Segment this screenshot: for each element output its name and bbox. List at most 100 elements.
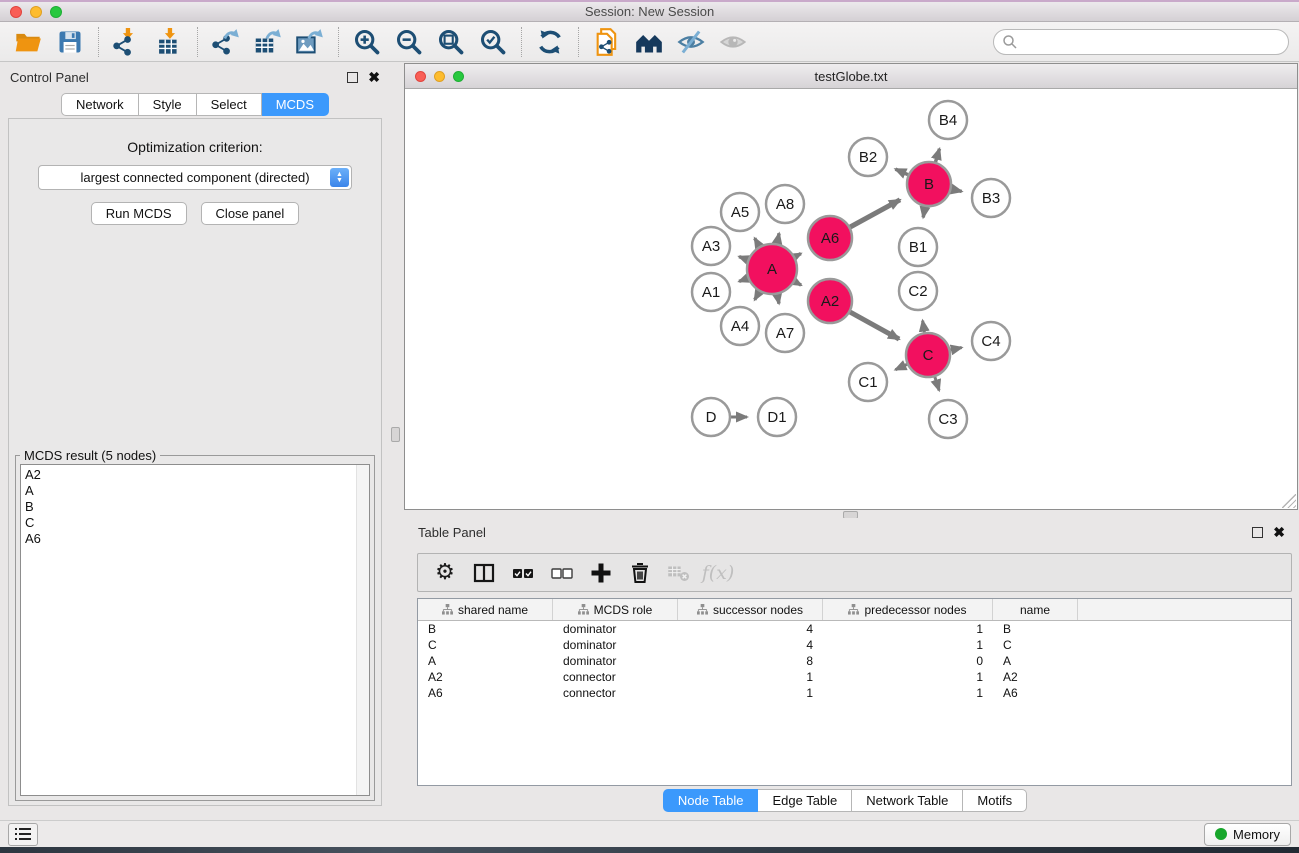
close-table-panel-icon[interactable]: ✖ — [1273, 527, 1285, 538]
edge-B-B1[interactable] — [923, 207, 925, 218]
node-C1[interactable]: C1 — [849, 363, 887, 401]
tab-edge-table[interactable]: Edge Table — [758, 789, 852, 812]
edge-B-B4[interactable] — [936, 149, 940, 162]
export-network-icon[interactable] — [212, 28, 240, 56]
edge-A6-B[interactable] — [850, 200, 900, 227]
edge-A-A4[interactable] — [755, 292, 760, 300]
edge-B-B3[interactable] — [951, 189, 961, 191]
unselect-all-columns-icon[interactable] — [549, 560, 575, 586]
memory-button[interactable]: Memory — [1204, 823, 1291, 846]
node-B[interactable]: B — [907, 162, 951, 206]
mcds-result-item[interactable]: B — [25, 499, 369, 515]
edge-A-A2[interactable] — [795, 282, 801, 286]
tab-network-table[interactable]: Network Table — [852, 789, 963, 812]
zoom-selected-icon[interactable] — [479, 28, 507, 56]
edge-A-A7[interactable] — [777, 295, 779, 304]
create-column-icon[interactable] — [588, 560, 614, 586]
node-A6[interactable]: A6 — [808, 216, 852, 260]
network-graph[interactable]: B4 B2 B B3 A5A8A6 B1 A3 A C2 A1 A2 A4A7 C4 C C1 D D1 C3 — [405, 89, 1297, 509]
zoom-out-icon[interactable] — [395, 28, 423, 56]
node-A8[interactable]: A8 — [766, 185, 804, 223]
home-view-icon[interactable] — [635, 28, 663, 56]
network-window-titlebar[interactable]: testGlobe.txt — [405, 64, 1297, 89]
hide-details-icon[interactable] — [677, 28, 705, 56]
close-panel-icon[interactable]: ✖ — [368, 72, 380, 83]
table-settings-gear-icon[interactable]: ⚙ — [432, 560, 458, 586]
node-B1[interactable]: B1 — [899, 228, 937, 266]
mcds-result-item[interactable]: C — [25, 515, 369, 531]
node-B4[interactable]: B4 — [929, 101, 967, 139]
network-canvas[interactable]: B4 B2 B B3 A5A8A6 B1 A3 A C2 A1 A2 A4A7 C4 C C1 D D1 C3 — [405, 89, 1297, 509]
zoom-in-icon[interactable] — [353, 28, 381, 56]
node-D[interactable]: D — [692, 398, 730, 436]
edge-A-A8[interactable] — [777, 233, 779, 243]
column-header-successor-nodes[interactable]: successor nodes — [678, 599, 823, 620]
column-header-predecessor-nodes[interactable]: predecessor nodes — [823, 599, 993, 620]
table-row[interactable]: A2connector11A2 — [418, 669, 1291, 685]
open-session-icon[interactable] — [14, 28, 42, 56]
import-network-icon[interactable] — [113, 28, 141, 56]
window-resize-grip[interactable] — [1282, 494, 1296, 508]
node-A3[interactable]: A3 — [692, 227, 730, 265]
scrollbar-track[interactable] — [356, 465, 369, 795]
vertical-divider-grip[interactable] — [391, 427, 400, 442]
edge-A-A1[interactable] — [739, 278, 748, 281]
mcds-result-item[interactable]: A2 — [25, 467, 369, 483]
table-row[interactable]: A6connector11A6 — [418, 685, 1291, 701]
tab-mcds[interactable]: MCDS — [262, 93, 329, 116]
network-from-selection-icon[interactable] — [593, 28, 621, 56]
import-table-icon[interactable] — [155, 28, 183, 56]
select-all-columns-icon[interactable] — [510, 560, 536, 586]
node-C2[interactable]: C2 — [899, 272, 937, 310]
tab-node-table[interactable]: Node Table — [663, 789, 759, 812]
edge-A-A3[interactable] — [739, 257, 748, 260]
delete-column-icon[interactable] — [627, 560, 653, 586]
node-D1[interactable]: D1 — [758, 398, 796, 436]
node-B3[interactable]: B3 — [972, 179, 1010, 217]
column-header-name[interactable]: name — [993, 599, 1078, 620]
float-table-panel-icon[interactable] — [1252, 527, 1263, 538]
table-row[interactable]: Bdominator41B — [418, 621, 1291, 637]
node-C[interactable]: C — [906, 333, 950, 377]
node-A2[interactable]: A2 — [808, 279, 852, 323]
node-A7[interactable]: A7 — [766, 314, 804, 352]
refresh-layout-icon[interactable] — [536, 28, 564, 56]
mcds-result-item[interactable]: A6 — [25, 531, 369, 547]
node-A5[interactable]: A5 — [721, 193, 759, 231]
edge-A-A6[interactable] — [795, 254, 801, 257]
search-input[interactable] — [993, 29, 1289, 55]
float-panel-icon[interactable] — [347, 72, 358, 83]
show-columns-icon[interactable] — [471, 560, 497, 586]
node-A[interactable]: A — [747, 244, 797, 294]
mcds-result-item[interactable]: A — [25, 483, 369, 499]
edge-B-B2[interactable] — [895, 169, 908, 175]
edge-C-C4[interactable] — [951, 348, 962, 351]
zoom-fit-icon[interactable] — [437, 28, 465, 56]
save-session-icon[interactable] — [56, 28, 84, 56]
close-panel-button[interactable]: Close panel — [201, 202, 300, 225]
tab-motifs[interactable]: Motifs — [963, 789, 1027, 812]
export-table-icon[interactable] — [254, 28, 282, 56]
edge-C-C3[interactable] — [935, 377, 939, 390]
node-A1[interactable]: A1 — [692, 273, 730, 311]
node-table[interactable]: shared nameMCDS rolesuccessor nodesprede… — [417, 598, 1292, 786]
mcds-result-list[interactable]: A2ABCA6 — [20, 464, 370, 796]
edge-A2-C[interactable] — [850, 312, 899, 339]
column-header-shared-name[interactable]: shared name — [418, 599, 553, 620]
edge-C-C2[interactable] — [923, 321, 925, 333]
node-C3[interactable]: C3 — [929, 400, 967, 438]
table-row[interactable]: Adominator80A — [418, 653, 1291, 669]
edge-A-A5[interactable] — [755, 238, 760, 246]
edge-C-C1[interactable] — [895, 364, 907, 369]
tab-select[interactable]: Select — [197, 93, 262, 116]
run-mcds-button[interactable]: Run MCDS — [91, 202, 187, 225]
node-C4[interactable]: C4 — [972, 322, 1010, 360]
column-header-MCDS-role[interactable]: MCDS role — [553, 599, 678, 620]
node-A4[interactable]: A4 — [721, 307, 759, 345]
task-history-button[interactable] — [8, 823, 38, 846]
tab-network[interactable]: Network — [61, 93, 139, 116]
table-row[interactable]: Cdominator41C — [418, 637, 1291, 653]
criterion-select[interactable]: largest connected component (directed) ▲… — [38, 165, 352, 190]
export-image-icon[interactable] — [296, 28, 324, 56]
node-B2[interactable]: B2 — [849, 138, 887, 176]
